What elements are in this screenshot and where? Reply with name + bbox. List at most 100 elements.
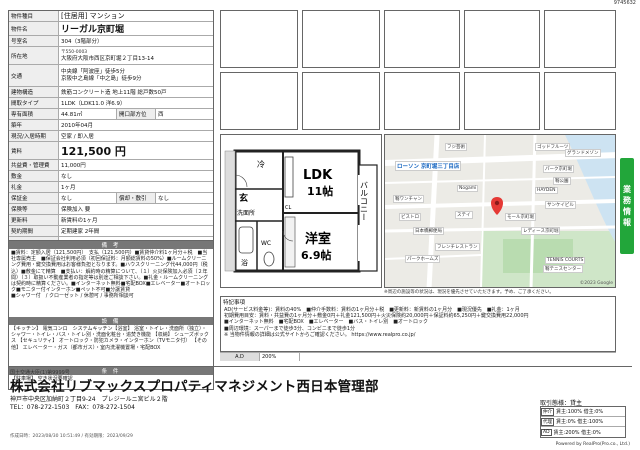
- spec-label: 更新料: [9, 215, 59, 225]
- traffic-line: 京阪中之島線「中之島」徒歩9分: [61, 75, 142, 82]
- map-label: パークホームズ: [405, 255, 441, 263]
- map-label: サンケイビル: [545, 201, 576, 209]
- spec-value: 西: [158, 112, 164, 118]
- agent-name: 株式会社リブマックスプロパティマネジメント西日本管理部: [10, 379, 379, 395]
- memo-line: ※ 当物件情報の詳細は公式サイトからご確認ください。 https://www.r…: [224, 331, 416, 338]
- terms-badge: 代理: [541, 417, 554, 426]
- business-info-tab[interactable]: 業 務 情 報: [620, 158, 634, 254]
- spec-label: 築年: [9, 120, 59, 130]
- map-label: 日本橋郵便局: [413, 227, 444, 235]
- map-label: ビストロ: [399, 213, 421, 221]
- notes-text: ■賃料：定額入居（121,500円） 支払（121,500円）■賃貸仲介料1ヶ月…: [11, 250, 211, 294]
- spec-label: 敷金: [9, 171, 59, 181]
- plan-closet-label: CL: [285, 205, 291, 211]
- spec-row-built: 築年 2010年04月: [9, 120, 213, 131]
- plan-balcony-label: バルコニー: [360, 181, 369, 221]
- terms-badge: 仲介: [541, 407, 554, 416]
- ad-scale: A.D 200%: [220, 352, 616, 361]
- map-label: フジ芸術: [445, 143, 467, 151]
- spec-row-structure: 建物構造 鉄筋コンクリート造 地上11階 総戸数50戸: [9, 87, 213, 98]
- spec-value: 空家 / 即入居: [61, 134, 94, 140]
- map-label: HAYDEN: [535, 187, 558, 194]
- property-spec-table: 物件種目 [住居用] マンション 物件名 リーガル京町堀 号室名 304（3階部…: [8, 10, 214, 249]
- map-label: ステイ: [455, 211, 473, 219]
- spec-label: 賃料: [9, 142, 59, 159]
- tab-char: 情: [623, 207, 631, 216]
- spec-row-name: 物件名 リーガル京町堀: [9, 22, 213, 36]
- spec-label: 交通: [9, 65, 59, 86]
- map-label: 靱ワンチャン: [393, 195, 424, 203]
- terms-row: AD 賃主:200% 借主:0%: [541, 427, 625, 437]
- terms-badge: AD: [541, 428, 552, 436]
- spec-row-renew: 更新料 新賃料の1ヶ月: [9, 215, 213, 226]
- plan-wc-label: WC: [261, 240, 271, 247]
- spec-row-insurance: 保険等 保険加入 要: [9, 204, 213, 215]
- equipment-header: 設 備: [9, 317, 213, 325]
- photo-slot: [302, 72, 380, 130]
- rent-value: 121,500 円: [61, 144, 126, 158]
- spec-row-status: 現況/入居時期 空家 / 即入居: [9, 131, 213, 142]
- map-copyright: ©2023 Google: [579, 281, 613, 286]
- spec-value: なし: [61, 196, 73, 202]
- location-map[interactable]: ローソン 京町堀三丁目店 フジ芸術 ゴッドフルーツ パーク京町堀 靱公園 HAY…: [384, 134, 616, 288]
- address-zip: 〒550-0003: [61, 49, 88, 55]
- photo-slot: [544, 72, 616, 130]
- spec-label: 現況/入居時期: [9, 131, 59, 141]
- photo-slot: [384, 72, 460, 130]
- photo-slot: [302, 10, 380, 68]
- map-label: 靱公園: [553, 177, 571, 185]
- map-label: パーク京町堀: [543, 165, 574, 173]
- plan-fridge-label: 冷: [257, 159, 265, 169]
- spec-value: 鉄筋コンクリート造 地上11階 総戸数50戸: [61, 90, 167, 96]
- plan-bath-label: 浴: [241, 258, 248, 267]
- plan-entrance-label: 玄: [239, 192, 248, 204]
- notes-body: ■賃料：定額入居（121,500円） 支払（121,500円）■賃貸仲介料1ヶ月…: [9, 249, 213, 317]
- map-label: グランドメゾン: [565, 149, 601, 157]
- document-id: 9745632: [613, 0, 636, 6]
- tab-char: 業: [623, 185, 631, 194]
- spec-label: 物件種目: [9, 11, 59, 21]
- spec-value: なし: [61, 174, 73, 180]
- map-label: モール京町堀: [505, 213, 536, 221]
- spec-label: 所在地: [9, 47, 59, 64]
- spec-value: [住居用] マンション: [61, 12, 125, 20]
- spec-value: 1ヶ月: [61, 185, 76, 191]
- agent-footer: 国土交通大臣(1)第9999号 株式会社リブマックスプロパティマネジメント西日本…: [8, 366, 632, 444]
- notes-tail: ■シャワー付 / クローゼット / 休憩可 / 事務所相談可: [11, 293, 134, 300]
- powered-by: Powered by RealPro(Pro.co., Ltd.): [555, 442, 630, 447]
- photo-slot: [384, 10, 460, 68]
- tab-char: 報: [623, 218, 631, 227]
- spec-label: 礼金: [9, 182, 59, 192]
- spec-label: 保証金: [9, 193, 59, 203]
- spec-row-type: 物件種目 [住居用] マンション: [9, 11, 213, 22]
- photo-slot: [464, 10, 540, 68]
- ad-value: 200%: [260, 353, 300, 361]
- spec-label: 保険等: [9, 204, 59, 214]
- traffic-line: 中央線「阿波座」徒歩5分: [61, 68, 126, 75]
- spec-row-room: 号室名 304（3階部分）: [9, 36, 213, 47]
- terms-row: 代理 賃主:0% 借主:100%: [541, 417, 625, 427]
- spec-row-deposit: 敷金 なし: [9, 171, 213, 182]
- spec-value: 保険加入 要: [61, 207, 91, 213]
- spec-value: なし: [158, 196, 170, 202]
- spec-value: 304（3階部分）: [61, 39, 103, 45]
- terms-row: 仲介 賃主:100% 借主:0%: [541, 407, 625, 417]
- spec-label: 開口部方位: [116, 109, 156, 119]
- spec-row-contract: 契約期間 定期建家 2年間: [9, 226, 213, 237]
- map-label: レディース京町堀: [521, 227, 561, 235]
- plan-ldk-label: LDK: [303, 168, 333, 183]
- spec-label: 号室名: [9, 36, 59, 46]
- photo-slot: [220, 10, 298, 68]
- map-caption: ※周辺の施設等の状況は、現況を優先させていただきます。予め、ご了承ください。: [384, 290, 554, 295]
- notes-header: 備 考: [9, 241, 213, 249]
- spec-row-common: 共益費・管理費 11,000円: [9, 160, 213, 171]
- spec-label: 償却・敷引: [116, 193, 156, 203]
- tab-char: 務: [623, 196, 631, 205]
- floor-plan: LDK 11帖 洋室 6.9帖 玄 洗面所 浴 WC CL 冷 バルコニー: [220, 134, 382, 288]
- spec-row-guarantee: 保証金 なし 償却・敷引 なし: [9, 193, 213, 204]
- terms-text: 賃主:0% 借主:100%: [556, 419, 604, 425]
- agent-tel-fax: TEL：078-272-1503 FAX：078-272-1504: [10, 404, 135, 411]
- footer-timestamp: 作成日時：2023/08/30 10:51:49 / 有効期限：2023/09/…: [10, 434, 133, 439]
- spec-row-keymoney: 礼金 1ヶ月: [9, 182, 213, 193]
- spec-label: 専有面積: [9, 109, 59, 119]
